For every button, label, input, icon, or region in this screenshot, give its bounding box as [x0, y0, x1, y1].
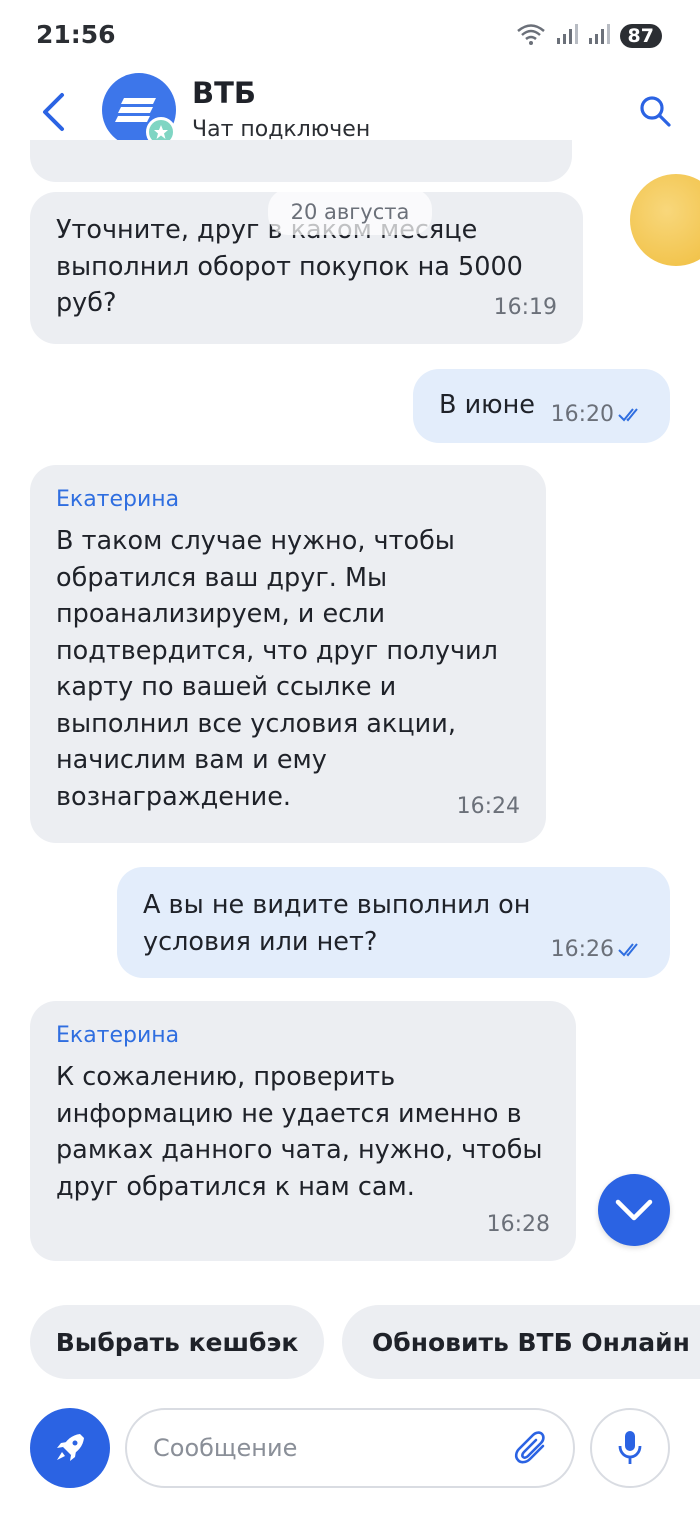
message-bubble-outgoing: В июне 16:20: [413, 369, 670, 443]
previous-message-bubble: [30, 140, 572, 182]
scroll-to-bottom-button[interactable]: [598, 1174, 670, 1246]
signal-icon-1: [556, 23, 578, 49]
message-text: К сожалению, проверить информацию не уда…: [56, 1062, 543, 1202]
read-checkmarks-icon: [618, 408, 638, 422]
message-time: 16:24: [456, 793, 520, 819]
message-author: Екатерина: [56, 1023, 180, 1048]
message-time: 16:26: [551, 932, 644, 969]
date-separator: 20 августа: [268, 189, 432, 235]
microphone-icon: [618, 1431, 642, 1464]
battery-indicator: 87: [619, 24, 662, 48]
rocket-icon: [57, 1434, 84, 1461]
search-button[interactable]: [632, 88, 678, 134]
rocket-button[interactable]: [30, 1408, 110, 1488]
message-time: 16:28: [486, 1211, 550, 1237]
message-input-container: [125, 1408, 575, 1488]
read-checkmarks-icon: [618, 943, 638, 957]
search-icon: [640, 96, 671, 127]
wifi-icon: [516, 22, 546, 50]
status-bar: 21:56 87: [0, 0, 700, 70]
quick-reply-cashback-button[interactable]: Выбрать кешбэк: [30, 1305, 324, 1379]
chevron-down-icon: [615, 1199, 653, 1221]
chevron-left-icon: [43, 93, 64, 131]
quick-reply-update-button[interactable]: Обновить ВТБ Онлайн: [342, 1305, 700, 1379]
chat-title: ВТБ: [192, 76, 256, 110]
status-icons: 87: [516, 22, 662, 50]
promo-bubble[interactable]: [630, 174, 700, 266]
status-time: 21:56: [36, 20, 116, 49]
message-bubble-incoming: Екатерина В таком случае нужно, чтобы об…: [30, 465, 546, 843]
chat-status: Чат подключен: [192, 117, 371, 142]
message-bubble-incoming: Екатерина К сожалению, проверить информа…: [30, 1001, 576, 1261]
message-text: А вы не видите выполнил он условия или н…: [143, 890, 531, 957]
paperclip-icon: [514, 1431, 545, 1464]
message-time: 16:20: [551, 397, 644, 434]
message-bubble-outgoing: А вы не видите выполнил он условия или н…: [117, 867, 670, 978]
message-author: Екатерина: [56, 487, 180, 512]
signal-icon-2: [588, 23, 610, 49]
message-time: 16:19: [493, 294, 557, 320]
back-button[interactable]: [30, 82, 76, 142]
message-text: В таком случае нужно, чтобы обратился ва…: [56, 526, 498, 812]
message-input[interactable]: [153, 1410, 503, 1486]
microphone-button[interactable]: [590, 1408, 670, 1488]
attach-button[interactable]: [511, 1427, 553, 1469]
